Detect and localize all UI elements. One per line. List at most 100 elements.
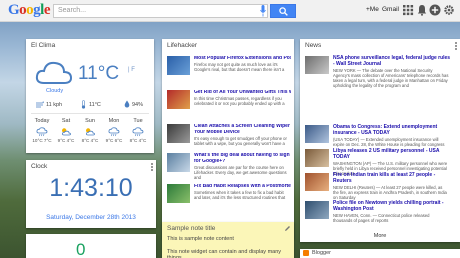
humidity-drop-icon <box>124 100 130 108</box>
article-summary: NEW YORK — The debate over the National … <box>333 68 449 88</box>
news-menu-button[interactable] <box>455 42 457 50</box>
user-link[interactable]: +Me <box>366 6 379 13</box>
add-widget-icon[interactable] <box>429 4 441 16</box>
article-title[interactable]: Obama to Congress: Extend unemployment i… <box>333 124 452 136</box>
current-temperature: 11°C <box>78 63 120 84</box>
edit-pencil-icon[interactable] <box>284 225 291 232</box>
article-thumbnail <box>167 153 190 172</box>
search-icon <box>279 7 288 16</box>
forecast-hi-lo: 10°C 7°C <box>32 138 52 143</box>
forecast-day-label: Tue <box>133 118 143 124</box>
clock-card-title: Clock <box>31 163 48 170</box>
list-item[interactable]: Most Popular Firefox Extensions and Post… <box>167 56 291 82</box>
counter-card: 0 <box>26 234 156 258</box>
article-thumbnail <box>167 124 190 143</box>
forecast-hi-lo: 8°C 4°C <box>81 138 99 143</box>
note-line: This is sample note content <box>167 236 234 242</box>
wind-speed: 11 kph <box>46 102 63 108</box>
clock-menu-button[interactable] <box>151 163 153 171</box>
more-news-link[interactable]: More <box>300 233 460 239</box>
blogger-card-title: Blogger <box>312 250 331 256</box>
forecast-day-label: Mon <box>108 118 120 124</box>
notifications-icon[interactable] <box>416 4 428 16</box>
article-thumbnail <box>167 56 190 75</box>
article-title[interactable]: Most Popular Firefox Extensions and Post… <box>194 56 291 62</box>
forecast-day: Tue 8°C 4°C <box>127 118 149 143</box>
rain-cloud-icon <box>36 127 48 137</box>
article-title[interactable]: Fix Bad Habit Relapses with a Postmortem <box>194 184 291 190</box>
lifehacker-card-title: Lifehacker <box>167 42 197 49</box>
weather-card-title: El Clima <box>31 42 56 49</box>
list-item[interactable]: Get Rid of All Your Unwanted Gifts This … <box>167 90 291 116</box>
blogger-card: Blogger <box>300 249 460 258</box>
humidity: 94% <box>132 102 144 108</box>
article-thumbnail <box>167 90 190 109</box>
article-summary: In this time Christmas passes, regardles… <box>194 96 285 106</box>
article-thumbnail <box>305 201 329 219</box>
article-thumbnail <box>305 173 329 191</box>
settings-gear-icon[interactable] <box>443 4 455 16</box>
forecast-day-label: Sat <box>61 118 71 124</box>
article-title[interactable]: Police file on Newtown yields chilling p… <box>333 200 452 212</box>
article-summary: Great discussions are par for the course… <box>194 165 287 180</box>
clock-date: Saturday, December 28th 2013 <box>46 214 136 221</box>
thermometer-icon <box>81 100 86 109</box>
article-summary: Firefox may not get quite as much love a… <box>194 62 285 72</box>
google-logo[interactable]: Google <box>8 2 51 19</box>
unit-toggle[interactable]: | F <box>128 67 135 73</box>
news-card-title: News <box>305 42 322 49</box>
wind-icon <box>36 101 44 108</box>
article-summary: NEW DELHI (Reuters) — At least 27 people… <box>333 185 447 200</box>
forecast-hi-lo: 9°C 4°C <box>57 138 75 143</box>
gmail-link[interactable]: Gmail <box>382 6 399 13</box>
article-title[interactable]: Get Rid of All Your Unwanted Gifts This … <box>194 90 291 96</box>
article-title[interactable]: NSA phone surveillance legal, federal ju… <box>333 55 452 67</box>
lifehacker-card: Lifehacker Most Popular Firefox Extensio… <box>162 39 294 239</box>
rain-cloud-icon <box>108 127 120 137</box>
forecast-hi-lo: 9°C 6°C <box>105 138 123 143</box>
partly-sunny-icon <box>86 128 95 136</box>
article-title[interactable]: Fire on Indian train kills at least 27 p… <box>333 172 452 184</box>
news-card: News NSA phone surveillance legal, feder… <box>300 39 460 242</box>
note-title[interactable]: Sample note title <box>167 225 215 232</box>
note-line: This note widget can contain and display… <box>167 249 282 258</box>
forecast-day: Mon 9°C 6°C <box>103 118 125 143</box>
weather-card: El Clima 11°C | F Cloudy 11 kph 11°C 94%… <box>26 39 154 153</box>
top-bar: Google Search... +Me Gmail <box>0 0 460 22</box>
article-summary: Sometimes when it takes a few to fix a b… <box>194 190 286 200</box>
blogger-icon <box>303 250 309 256</box>
article-thumbnail <box>305 149 329 167</box>
weather-condition: Cloudy <box>46 88 64 94</box>
list-item[interactable]: Clean Attaches a Screen Cleaning Wiper t… <box>167 124 291 150</box>
forecast-day: Today 10°C 7°C <box>31 118 53 143</box>
list-item[interactable]: What's the big deal about having to sign… <box>167 153 291 180</box>
search-input[interactable]: Search... <box>53 4 268 18</box>
cloud-icon <box>35 61 73 84</box>
feels-like: 11°C <box>89 102 101 108</box>
weather-divider <box>31 113 149 114</box>
forecast-day: Sun 8°C 4°C <box>79 118 101 143</box>
counter-value: 0 <box>76 240 86 258</box>
article-title-continued[interactable]: for Google+? <box>194 159 291 165</box>
article-thumbnail <box>167 184 190 203</box>
article-title-continued[interactable]: Your Mobile Device <box>194 130 291 136</box>
article-thumbnail <box>305 125 329 143</box>
article-thumbnail <box>305 56 329 74</box>
forecast-day-label: Today <box>34 118 50 124</box>
article-summary: NEW HAVEN, Conn. — Connecticut police re… <box>333 213 430 223</box>
apps-grid-icon[interactable] <box>402 4 414 16</box>
rain-cloud-icon <box>132 127 144 137</box>
article-summary: (USA TODAY) — Extended unemployment insu… <box>333 137 445 147</box>
clock-card: Clock 1:43:10 Saturday, December 28th 20… <box>26 160 156 228</box>
article-summary: It's easy enough to get smudges off your… <box>194 136 287 146</box>
microphone-icon[interactable] <box>260 5 266 17</box>
partly-sunny-icon <box>62 128 71 136</box>
article-title[interactable]: Libya releases 2 US military personnel -… <box>333 148 452 160</box>
note-card: Sample note title This is sample note co… <box>162 222 294 258</box>
forecast-day-label: Sun <box>85 118 95 124</box>
clock-time: 1:43:10 <box>49 174 133 202</box>
forecast-hi-lo: 8°C 4°C <box>129 138 147 143</box>
list-item[interactable]: Fix Bad Habit Relapses with a Postmortem… <box>167 184 291 210</box>
forecast-day: Sat 9°C 4°C <box>55 118 77 143</box>
search-button[interactable] <box>270 4 296 18</box>
